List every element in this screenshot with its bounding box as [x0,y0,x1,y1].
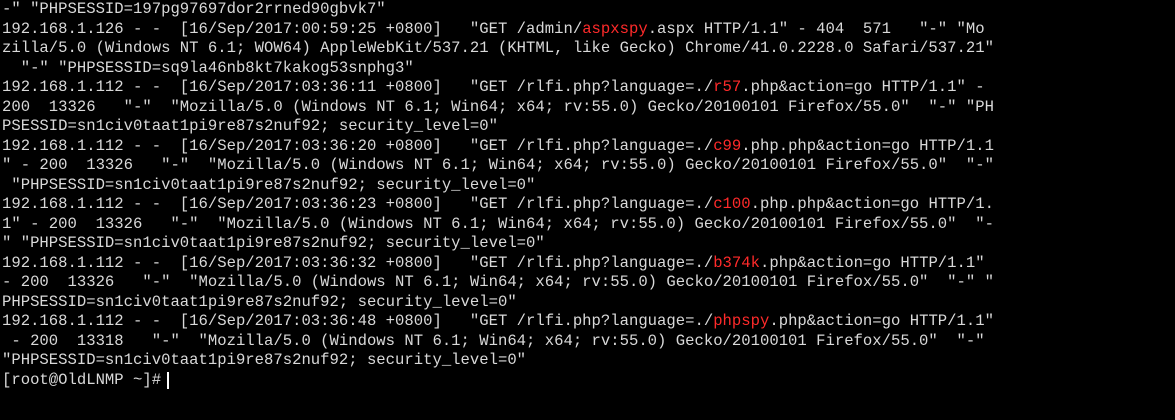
log-text: PSESSID=sn1civ0taat1pi9re87s2nuf92; secu… [2,117,498,135]
log-text: "PHPSESSID=sn1civ0taat1pi9re87s2nuf92; s… [2,175,536,194]
log-line: 192.168.1.112 - - [16/Sep/2017:03:36:11 … [2,78,1175,98]
log-text: .php&action=go HTTP/1.1" [769,312,994,330]
highlighted-keyword: c99 [713,136,742,155]
log-line: PHPSESSID=sn1civ0taat1pi9re87s2nuf92; se… [2,293,1175,313]
log-text: 192.168.1.112 - - [16/Sep/2017:03:36:11 … [2,78,714,96]
log-text: .php.php&action=go HTTP/1.1 [741,136,994,155]
log-line: - 200 13326 "-" "Mozilla/5.0 (Windows NT… [2,273,1175,293]
log-text: .php&action=go HTTP/1.1" - [741,78,985,96]
log-text: .aspx HTTP/1.1" - 404 571 "-" "Mo [647,19,985,38]
log-line: " "PHPSESSID=sn1civ0taat1pi9re87s2nuf92;… [2,234,1175,254]
log-line: "PHPSESSID=sn1civ0taat1pi9re87s2nuf92; s… [2,351,1175,371]
log-line: " - 200 13326 "-" "Mozilla/5.0 (Windows … [2,156,1175,176]
log-text: " "PHPSESSID=sn1civ0taat1pi9re87s2nuf92;… [2,234,545,252]
log-text: 200 13326 "-" "Mozilla/5.0 (Windows NT 6… [2,97,994,116]
log-text: .php&action=go HTTP/1.1" [760,253,985,272]
highlighted-keyword: c100 [713,195,751,213]
log-text: 192.168.1.112 - - [16/Sep/2017:03:36:32 … [2,253,714,272]
log-text: 1" - 200 13326 "-" "Mozilla/5.0 (Windows… [2,214,994,233]
log-line: 192.168.1.112 - - [16/Sep/2017:03:36:32 … [2,254,1175,274]
log-text: -" "PHPSESSID=197pg97697dor2rrned90gbvk7… [2,0,386,18]
log-line: zilla/5.0 (Windows NT 6.1; WOW64) AppleW… [2,39,1175,59]
log-line: -" "PHPSESSID=197pg97697dor2rrned90gbvk7… [2,0,1175,20]
log-text: 192.168.1.126 - - [16/Sep/2017:00:59:25 … [2,19,583,38]
log-line: - 200 13318 "-" "Mozilla/5.0 (Windows NT… [2,332,1175,352]
log-text: 192.168.1.112 - - [16/Sep/2017:03:36:48 … [2,312,714,330]
highlighted-keyword: aspxspy [582,19,648,38]
log-line: 1" - 200 13326 "-" "Mozilla/5.0 (Windows… [2,215,1175,235]
highlighted-keyword: phpspy [713,312,770,330]
highlighted-keyword: b374k [713,253,760,272]
shell-prompt: [root@OldLNMP ~]# [2,370,162,389]
log-text: "-" "PHPSESSID=sq9la46nb8kt7kakog53snphg… [2,58,414,77]
log-text: .php.php&action=go HTTP/1. [750,195,994,213]
log-line: 192.168.1.126 - - [16/Sep/2017:00:59:25 … [2,20,1175,40]
log-text: - 200 13318 "-" "Mozilla/5.0 (Windows NT… [2,331,985,350]
terminal-window[interactable]: -" "PHPSESSID=197pg97697dor2rrned90gbvk7… [0,0,1175,420]
log-line: 192.168.1.112 - - [16/Sep/2017:03:36:23 … [2,195,1175,215]
log-line: "-" "PHPSESSID=sq9la46nb8kt7kakog53snphg… [2,59,1175,79]
log-text: " - 200 13326 "-" "Mozilla/5.0 (Windows … [2,156,994,174]
log-line: 192.168.1.112 - - [16/Sep/2017:03:36:48 … [2,312,1175,332]
highlighted-keyword: r57 [713,78,742,96]
log-line: PSESSID=sn1civ0taat1pi9re87s2nuf92; secu… [2,117,1175,137]
log-line: 200 13326 "-" "Mozilla/5.0 (Windows NT 6… [2,98,1175,118]
text-cursor [167,371,170,389]
log-text: zilla/5.0 (Windows NT 6.1; WOW64) AppleW… [2,39,994,57]
log-text: - 200 13326 "-" "Mozilla/5.0 (Windows NT… [2,273,994,291]
log-text: "PHPSESSID=sn1civ0taat1pi9re87s2nuf92; s… [2,351,527,369]
log-line: "PHPSESSID=sn1civ0taat1pi9re87s2nuf92; s… [2,176,1175,196]
log-line: 192.168.1.112 - - [16/Sep/2017:03:36:20 … [2,137,1175,157]
log-text: 192.168.1.112 - - [16/Sep/2017:03:36:20 … [2,136,714,155]
log-text: PHPSESSID=sn1civ0taat1pi9re87s2nuf92; se… [2,292,517,311]
log-text: 192.168.1.112 - - [16/Sep/2017:03:36:23 … [2,195,714,213]
shell-prompt-line[interactable]: [root@OldLNMP ~]# [2,371,1175,391]
